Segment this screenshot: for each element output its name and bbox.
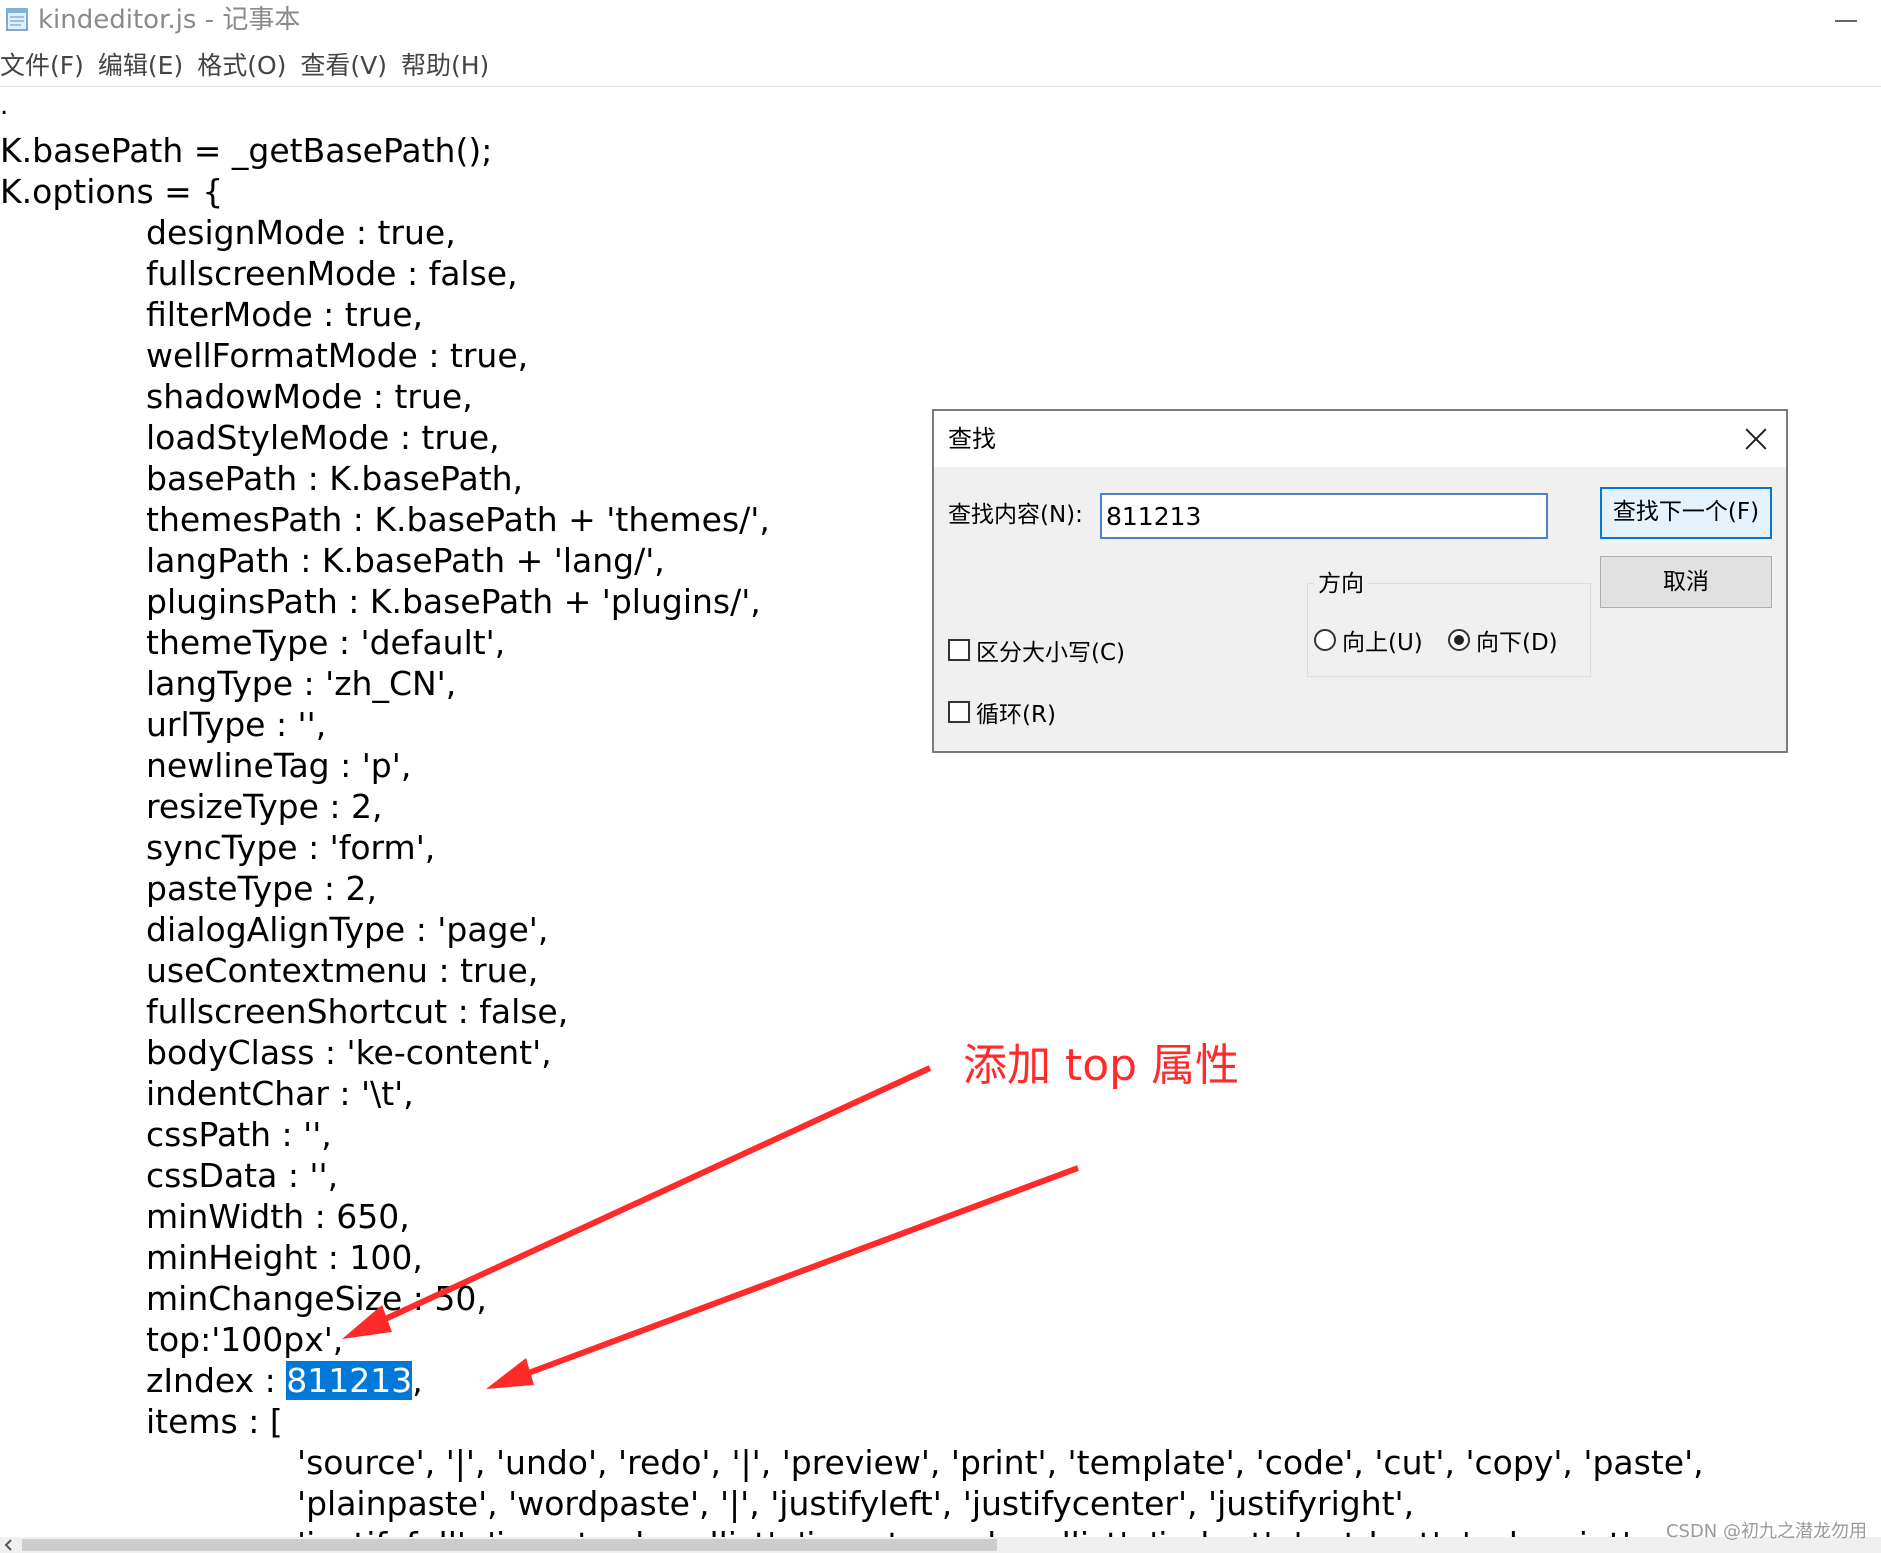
scroll-left-arrow-icon[interactable] xyxy=(0,1537,18,1553)
radio-up[interactable] xyxy=(1314,629,1336,651)
zindex-suffix: , xyxy=(412,1361,423,1400)
code-line: filterMode : true, xyxy=(146,295,423,334)
menu-help[interactable]: 帮助(H) xyxy=(401,46,496,82)
code-line: themesPath : K.basePath + 'themes/', xyxy=(146,500,770,539)
match-case-checkbox[interactable] xyxy=(948,639,970,661)
code-line: designMode : true, xyxy=(146,213,456,252)
code-line: syncType : 'form', xyxy=(146,828,436,867)
code-line: K.options = { xyxy=(0,172,224,211)
code-line: newlineTag : 'p', xyxy=(146,746,412,785)
annotation-label: 添加 top 属性 xyxy=(963,1040,1240,1091)
code-line: urlType : '', xyxy=(146,705,327,744)
direction-down-option[interactable]: 向下(D) xyxy=(1448,623,1558,657)
direction-up-label: 向上(U) xyxy=(1342,630,1423,656)
menu-edit[interactable]: 编辑(E) xyxy=(98,46,190,82)
line-fragment: . xyxy=(0,91,9,121)
code-line: items : [ xyxy=(146,1402,283,1441)
menu-divider xyxy=(0,86,1881,87)
search-match-highlight: 811213 xyxy=(286,1361,413,1400)
cancel-button[interactable]: 取消 xyxy=(1600,556,1772,608)
match-case-label: 区分大小写(C) xyxy=(976,640,1126,666)
text-editor[interactable]: . K.basePath = _getBasePath(); K.options… xyxy=(0,88,1881,1538)
wrap-around-checkbox[interactable] xyxy=(948,701,970,723)
code-line: K.basePath = _getBasePath(); xyxy=(0,131,493,170)
code-line: indentChar : '\t', xyxy=(146,1074,414,1113)
close-icon[interactable] xyxy=(1740,423,1772,455)
direction-up-option[interactable]: 向上(U) xyxy=(1314,623,1423,657)
code-line: themeType : 'default', xyxy=(146,623,506,662)
match-case-option[interactable]: 区分大小写(C) xyxy=(948,633,1125,667)
title-bar: kindeditor.js - 记事本 xyxy=(0,0,1881,40)
dialog-title-bar: 查找 xyxy=(934,411,1786,467)
code-line: bodyClass : 'ke-content', xyxy=(146,1033,552,1072)
horizontal-scrollbar[interactable] xyxy=(0,1537,1881,1553)
code-line: minWidth : 650, xyxy=(146,1197,410,1236)
find-next-button[interactable]: 查找下一个(F) xyxy=(1600,487,1772,539)
code-line: fullscreenMode : false, xyxy=(146,254,518,293)
code-line: resizeType : 2, xyxy=(146,787,383,826)
code-line: shadowMode : true, xyxy=(146,377,473,416)
code-line: cssData : '', xyxy=(146,1156,339,1195)
code-line: useContextmenu : true, xyxy=(146,951,539,990)
find-dialog: 查找 查找内容(N): 查找下一个(F) 取消 方向 向上(U) 向下(D) 区… xyxy=(932,409,1788,753)
code-line: minHeight : 100, xyxy=(146,1238,423,1277)
menu-format[interactable]: 格式(O) xyxy=(197,46,293,82)
menu-bar: 文件(F) 编辑(E) 格式(O) 查看(V) 帮助(H) xyxy=(0,44,503,84)
zindex-prefix: zIndex : xyxy=(146,1361,287,1400)
code-line-top: top:'100px', xyxy=(146,1320,344,1359)
code-line: fullscreenShortcut : false, xyxy=(146,992,569,1031)
menu-view[interactable]: 查看(V) xyxy=(300,46,394,82)
code-line: basePath : K.basePath, xyxy=(146,459,524,498)
code-line-zindex: zIndex : 811213, xyxy=(146,1360,423,1401)
code-line: pluginsPath : K.basePath + 'plugins/', xyxy=(146,582,761,621)
code-line: minChangeSize : 50, xyxy=(146,1279,487,1318)
code-line: dialogAlignType : 'page', xyxy=(146,910,549,949)
code-line: cssPath : '', xyxy=(146,1115,332,1154)
dialog-title: 查找 xyxy=(948,425,996,453)
wrap-around-label: 循环(R) xyxy=(976,702,1056,728)
direction-label: 方向 xyxy=(1314,569,1368,599)
minimize-button[interactable] xyxy=(1829,6,1863,34)
code-line: langType : 'zh_CN', xyxy=(146,664,457,703)
find-what-input[interactable] xyxy=(1100,493,1548,539)
menu-file[interactable]: 文件(F) xyxy=(0,46,91,82)
code-line: loadStyleMode : true, xyxy=(146,418,500,457)
notepad-window: kindeditor.js - 记事本 文件(F) 编辑(E) 格式(O) 查看… xyxy=(0,0,1881,1553)
code-line: pasteType : 2, xyxy=(146,869,377,908)
code-line: 'justifyfull', 'insertorderedlist', 'ins… xyxy=(297,1524,1641,1538)
code-line: langPath : K.basePath + 'lang/', xyxy=(146,541,665,580)
direction-down-label: 向下(D) xyxy=(1476,630,1558,656)
find-what-label: 查找内容(N): xyxy=(948,502,1083,528)
watermark: CSDN @初九之潜龙勿用 xyxy=(1665,1521,1867,1542)
code-line: 'plainpaste', 'wordpaste', '|', 'justify… xyxy=(297,1484,1415,1523)
radio-down[interactable] xyxy=(1448,629,1470,651)
code-line: 'source', '|', 'undo', 'redo', '|', 'pre… xyxy=(297,1443,1704,1482)
code-line: wellFormatMode : true, xyxy=(146,336,529,375)
notepad-icon xyxy=(6,8,28,31)
window-title: kindeditor.js - 记事本 xyxy=(38,5,301,35)
wrap-around-option[interactable]: 循环(R) xyxy=(948,695,1056,729)
scrollbar-thumb[interactable] xyxy=(22,1539,997,1551)
